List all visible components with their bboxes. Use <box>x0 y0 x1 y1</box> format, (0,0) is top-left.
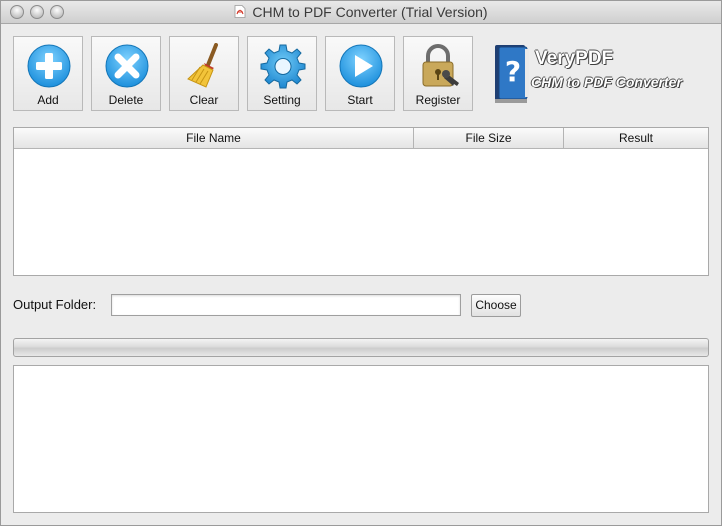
add-button[interactable]: Add <box>13 36 83 111</box>
file-table-header: File Name File Size Result <box>14 128 708 149</box>
setting-button[interactable]: Setting <box>247 36 317 111</box>
title-bar: CHM to PDF Converter (Trial Version) <box>1 1 721 24</box>
clear-button[interactable]: Clear <box>169 36 239 111</box>
broom-icon <box>187 43 218 88</box>
svg-text:?: ? <box>505 55 521 88</box>
x-circle-icon <box>105 44 149 88</box>
column-header-file-size[interactable]: File Size <box>414 128 564 149</box>
conversion-progress-bar <box>13 338 709 357</box>
play-icon <box>339 44 383 88</box>
file-table[interactable]: File Name File Size Result <box>13 127 709 276</box>
pdf-document-icon <box>234 5 246 18</box>
clear-button-label: Clear <box>189 93 219 107</box>
plus-circle-icon <box>27 44 71 88</box>
logo-brand: VeryPDF <box>535 48 614 69</box>
verypdf-logo: ? VeryPDF CHM to PDF Converter <box>491 41 701 111</box>
register-button[interactable]: Register <box>403 36 473 111</box>
window-title: CHM to PDF Converter (Trial Version) <box>1 1 721 24</box>
gear-icon <box>260 44 306 89</box>
add-button-label: Add <box>37 93 59 107</box>
delete-button-label: Delete <box>108 93 144 107</box>
help-book-icon: ? <box>495 45 529 103</box>
window-title-text: CHM to PDF Converter (Trial Version) <box>252 4 488 20</box>
start-button[interactable]: Start <box>325 36 395 111</box>
start-button-label: Start <box>347 93 373 107</box>
log-text <box>14 366 708 374</box>
output-folder-input[interactable] <box>111 294 461 316</box>
app-window: CHM to PDF Converter (Trial Version) Add… <box>0 0 722 526</box>
column-header-file-name[interactable]: File Name <box>14 128 414 149</box>
delete-button[interactable]: Delete <box>91 36 161 111</box>
register-button-label: Register <box>415 93 461 107</box>
column-header-result[interactable]: Result <box>564 128 708 149</box>
choose-button[interactable]: Choose <box>471 294 521 317</box>
output-folder-label: Output Folder: <box>13 297 97 312</box>
setting-button-label: Setting <box>263 93 301 107</box>
logo-product: CHM to PDF Converter <box>531 74 682 90</box>
padlock-key-icon <box>422 44 459 87</box>
log-output-area[interactable] <box>13 365 709 513</box>
